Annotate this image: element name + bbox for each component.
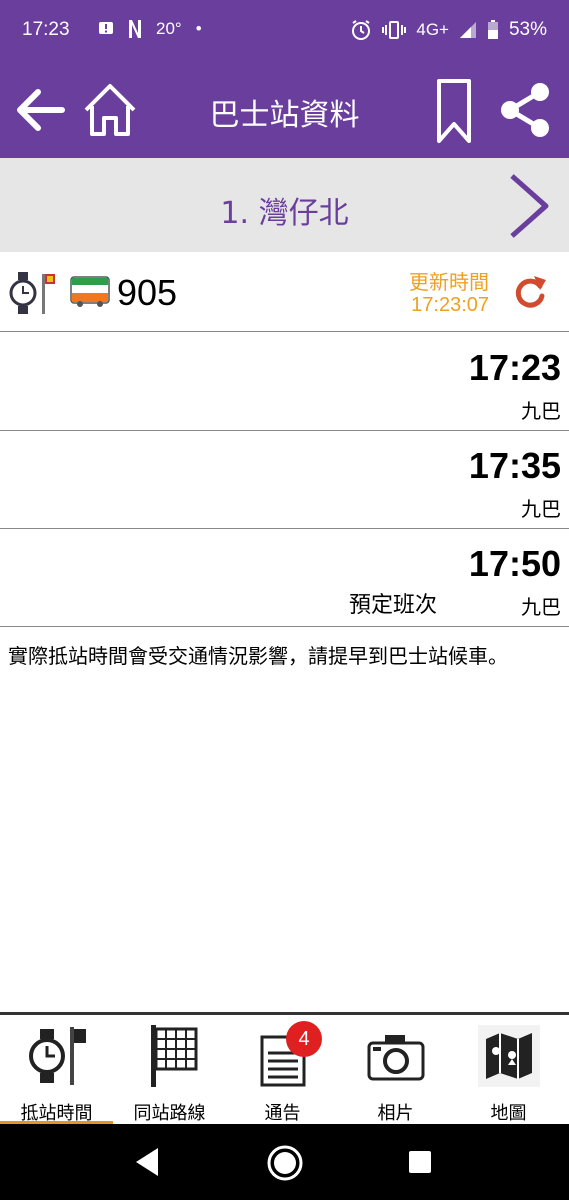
page-title: 巴士站資料 <box>209 98 360 133</box>
eta-time: 17:35 <box>468 445 561 486</box>
top-bar: 17:23 20° • 4G+ 53% 巴士站資料 <box>0 0 569 158</box>
status-bar: 17:23 20° • 4G+ 53% <box>0 0 569 64</box>
route-number: 905 <box>117 272 178 313</box>
update-time-label: 更新時間 <box>409 270 489 294</box>
bus-icon <box>70 276 110 307</box>
netflix-icon <box>129 20 141 38</box>
eta-row: 17:35 九巴 <box>0 431 569 529</box>
status-dot: • <box>195 19 202 38</box>
system-nav-bar <box>0 1124 569 1200</box>
eta-operator: 九巴 <box>521 595 561 619</box>
watch-stop-icon <box>9 272 55 314</box>
status-temperature: 20° <box>156 19 182 38</box>
nav-notices[interactable]: 通告 <box>226 1015 339 1124</box>
app-bar: 巴士站資料 <box>0 64 569 158</box>
vibrate-icon <box>382 21 407 39</box>
stop-name: 1. 灣仔北 <box>220 196 349 231</box>
nav-map[interactable]: 地圖 <box>452 1015 565 1124</box>
eta-time: 17:23 <box>468 347 561 388</box>
camera-icon <box>367 1035 425 1081</box>
eta-remark: 預定班次 <box>348 593 437 618</box>
eta-operator: 九巴 <box>521 399 561 423</box>
nav-photos[interactable]: 相片 <box>339 1015 452 1124</box>
system-recent-icon[interactable] <box>408 1150 432 1174</box>
eta-time: 17:50 <box>468 543 561 584</box>
share-icon[interactable] <box>498 82 552 138</box>
eta-disclaimer: 實際抵站時間會受交通情況影響，請提早到巴士站候車。 <box>8 644 508 668</box>
eta-row: 17:23 九巴 <box>0 333 569 431</box>
nav-label: 通告 <box>264 1103 301 1124</box>
system-back-icon[interactable] <box>132 1146 162 1178</box>
alarm-icon <box>352 20 371 40</box>
status-battery: 53% <box>508 19 547 40</box>
nav-same-stop-routes[interactable]: 同站路線 <box>113 1015 226 1124</box>
chevron-right-icon[interactable] <box>504 172 556 240</box>
nav-label: 地圖 <box>490 1103 527 1124</box>
eta-row: 17:50 預定班次 九巴 <box>0 529 569 627</box>
nav-arrival-time[interactable]: 抵站時間 <box>0 1015 113 1124</box>
status-time: 17:23 <box>22 19 70 40</box>
route-row: 905 更新時間 17:23:07 <box>0 252 569 332</box>
refresh-icon[interactable] <box>510 272 550 312</box>
system-home-icon[interactable] <box>266 1144 304 1182</box>
timetable-icon <box>151 1025 198 1087</box>
map-icon <box>478 1025 540 1087</box>
status-network: 4G+ <box>416 20 449 39</box>
update-time-value: 17:23:07 <box>411 294 489 316</box>
signal-icon <box>459 22 476 38</box>
notification-badge: 4 <box>286 1021 322 1057</box>
stop-bar: 1. 灣仔北 <box>0 158 569 252</box>
back-arrow-icon[interactable] <box>12 82 68 138</box>
nav-label: 抵站時間 <box>20 1103 93 1124</box>
watch-stop-icon <box>29 1027 86 1085</box>
nav-label: 同站路線 <box>133 1103 206 1124</box>
bookmark-icon[interactable] <box>436 78 472 144</box>
eta-operator: 九巴 <box>521 497 561 521</box>
battery-icon <box>487 20 498 39</box>
nav-label: 相片 <box>377 1103 414 1124</box>
home-icon[interactable] <box>80 80 140 140</box>
alert-icon <box>99 22 113 34</box>
bottom-nav: 抵站時間 同站路線 通告 4 相片 地圖 <box>0 1012 569 1124</box>
